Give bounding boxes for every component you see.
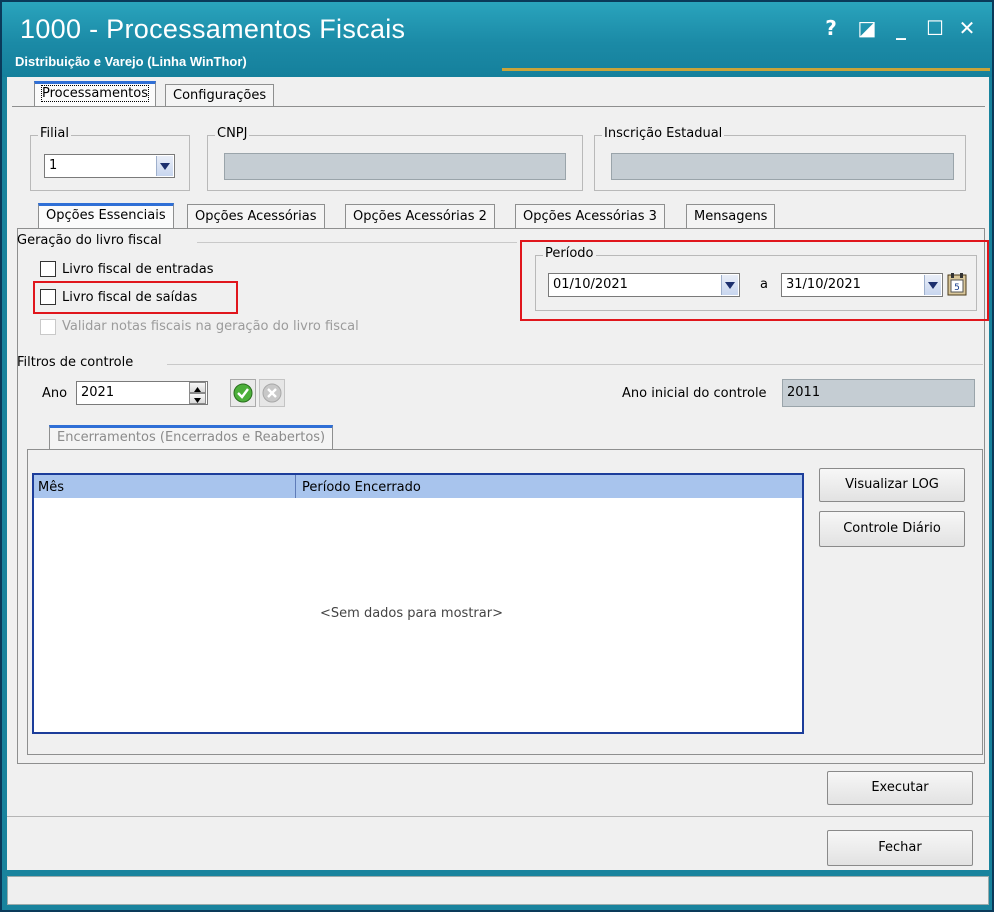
tab-opcoes-essenciais-label: Opções Essenciais <box>46 208 166 223</box>
visualizar-log-button[interactable]: Visualizar LOG <box>819 468 965 502</box>
status-bar <box>7 876 989 905</box>
ano-inicial-label: Ano inicial do controle <box>622 386 767 401</box>
tab-mensagens[interactable]: Mensagens <box>686 204 776 229</box>
cnpj-field <box>224 153 566 180</box>
check-icon <box>233 383 253 403</box>
executar-label: Executar <box>871 780 929 795</box>
periodo-label: Período <box>543 246 596 261</box>
validar-label: Validar notas fiscais na geração do livr… <box>62 319 359 334</box>
tab-opcoes-acessorias-3-label: Opções Acessórias 3 <box>523 209 657 224</box>
inscricao-label: Inscrição Estadual <box>602 126 725 141</box>
fechar-button[interactable]: Fechar <box>827 830 973 866</box>
validar-checkbox <box>40 319 56 335</box>
periodo-start-field[interactable]: 01/10/2021 <box>548 273 740 297</box>
ano-spin-up[interactable] <box>189 382 206 393</box>
close-button[interactable]: ✕ <box>953 14 981 42</box>
ano-inicial-value: 2011 <box>787 385 821 400</box>
tab-encerramentos[interactable]: Encerramentos (Encerrados e Reabertos) <box>49 425 334 450</box>
geracao-title: Geração do livro fiscal <box>17 233 162 248</box>
ano-spin-down[interactable] <box>189 393 206 404</box>
visualizar-log-label: Visualizar LOG <box>845 477 939 492</box>
tab-configuracoes[interactable]: Configurações <box>165 84 275 106</box>
entradas-checkbox[interactable] <box>40 261 56 277</box>
inner-panel-left-edge <box>17 228 18 763</box>
periodo-group: Período 01/10/2021 a 31/10/2021 5 <box>535 246 977 311</box>
ano-label: Ano <box>42 386 68 401</box>
grid-body[interactable]: <Sem dados para mostrar> <box>32 498 804 734</box>
inscricao-field <box>611 153 954 180</box>
cancel-icon <box>262 383 282 403</box>
bottom-sep <box>7 816 989 817</box>
tab-mensagens-label: Mensagens <box>694 209 768 224</box>
client-area: Processamentos Configurações Filial 1 CN… <box>7 77 989 870</box>
tab-opcoes-acessorias-3[interactable]: Opções Acessórias 3 <box>515 204 665 229</box>
ano-inicial-field: 2011 <box>782 379 975 407</box>
tab-opcoes-acessorias-label: Opções Acessórias <box>195 209 317 224</box>
cnpj-label: CNPJ <box>215 126 250 141</box>
inscricao-group: Inscrição Estadual <box>594 126 966 191</box>
controle-diario-button[interactable]: Controle Diário <box>819 511 965 547</box>
title-bar[interactable]: 1000 - Processamentos Fiscais Distribuiç… <box>2 2 992 77</box>
grid-col-periodo[interactable]: Período Encerrado <box>298 475 798 499</box>
svg-text:5: 5 <box>954 283 960 293</box>
window-title: 1000 - Processamentos Fiscais <box>20 14 406 44</box>
tab-opcoes-acessorias-2[interactable]: Opções Acessórias 2 <box>345 204 495 229</box>
periodo-start-value: 01/10/2021 <box>553 277 628 292</box>
periodo-end-field[interactable]: 31/10/2021 <box>781 273 943 297</box>
chevron-down-icon[interactable] <box>156 156 173 176</box>
tab-opcoes-essenciais[interactable]: Opções Essenciais <box>38 203 174 229</box>
minimize-button[interactable]: _ <box>887 14 915 42</box>
top-tab-line <box>12 106 985 107</box>
geracao-sep <box>197 242 517 243</box>
tab-opcoes-acessorias[interactable]: Opções Acessórias <box>187 204 325 229</box>
tab-configuracoes-label: Configurações <box>173 88 267 103</box>
tab-opcoes-acessorias-2-label: Opções Acessórias 2 <box>353 209 487 224</box>
cancel-filter-button <box>259 379 285 407</box>
window-subtitle: Distribuição e Varejo (Linha WinThor) <box>15 54 247 69</box>
tab-processamentos[interactable]: Processamentos <box>34 81 157 106</box>
help-button[interactable]: ? <box>817 14 845 42</box>
entradas-label: Livro fiscal de entradas <box>62 262 214 277</box>
grid-empty-text: <Sem dados para mostrar> <box>320 606 503 621</box>
filial-group: Filial 1 <box>30 126 190 191</box>
periodo-separator: a <box>760 277 768 292</box>
inner-panel-bottom-edge <box>17 763 985 764</box>
calendar-icon[interactable]: 5 <box>946 272 968 296</box>
filtros-title: Filtros de controle <box>17 355 134 370</box>
skin-button[interactable]: ◪ <box>853 14 881 42</box>
inner-tab-line <box>17 228 985 229</box>
chevron-down-icon[interactable] <box>721 275 738 295</box>
maximize-button[interactable]: ☐ <box>921 14 949 42</box>
saidas-highlight <box>33 281 238 314</box>
ano-value: 2021 <box>81 385 115 400</box>
filtros-sep <box>167 364 983 365</box>
confirm-button[interactable] <box>230 379 256 407</box>
grid-col-mes[interactable]: Mês <box>34 475 296 499</box>
periodo-end-value: 31/10/2021 <box>786 277 861 292</box>
filial-select[interactable]: 1 <box>44 154 175 178</box>
grid-header: Mês Período Encerrado <box>32 473 804 499</box>
tab-encerramentos-label: Encerramentos (Encerrados e Reabertos) <box>57 430 326 445</box>
tab-processamentos-label: Processamentos <box>40 85 150 102</box>
cnpj-group: CNPJ <box>207 126 583 191</box>
chevron-down-icon[interactable] <box>924 275 941 295</box>
app-window: 1000 - Processamentos Fiscais Distribuiç… <box>0 0 994 912</box>
title-accent-line <box>502 68 990 71</box>
controle-diario-label: Controle Diário <box>843 521 941 536</box>
fechar-label: Fechar <box>878 840 922 855</box>
executar-button[interactable]: Executar <box>827 771 973 805</box>
filial-label: Filial <box>38 126 71 141</box>
filial-value: 1 <box>49 158 58 173</box>
